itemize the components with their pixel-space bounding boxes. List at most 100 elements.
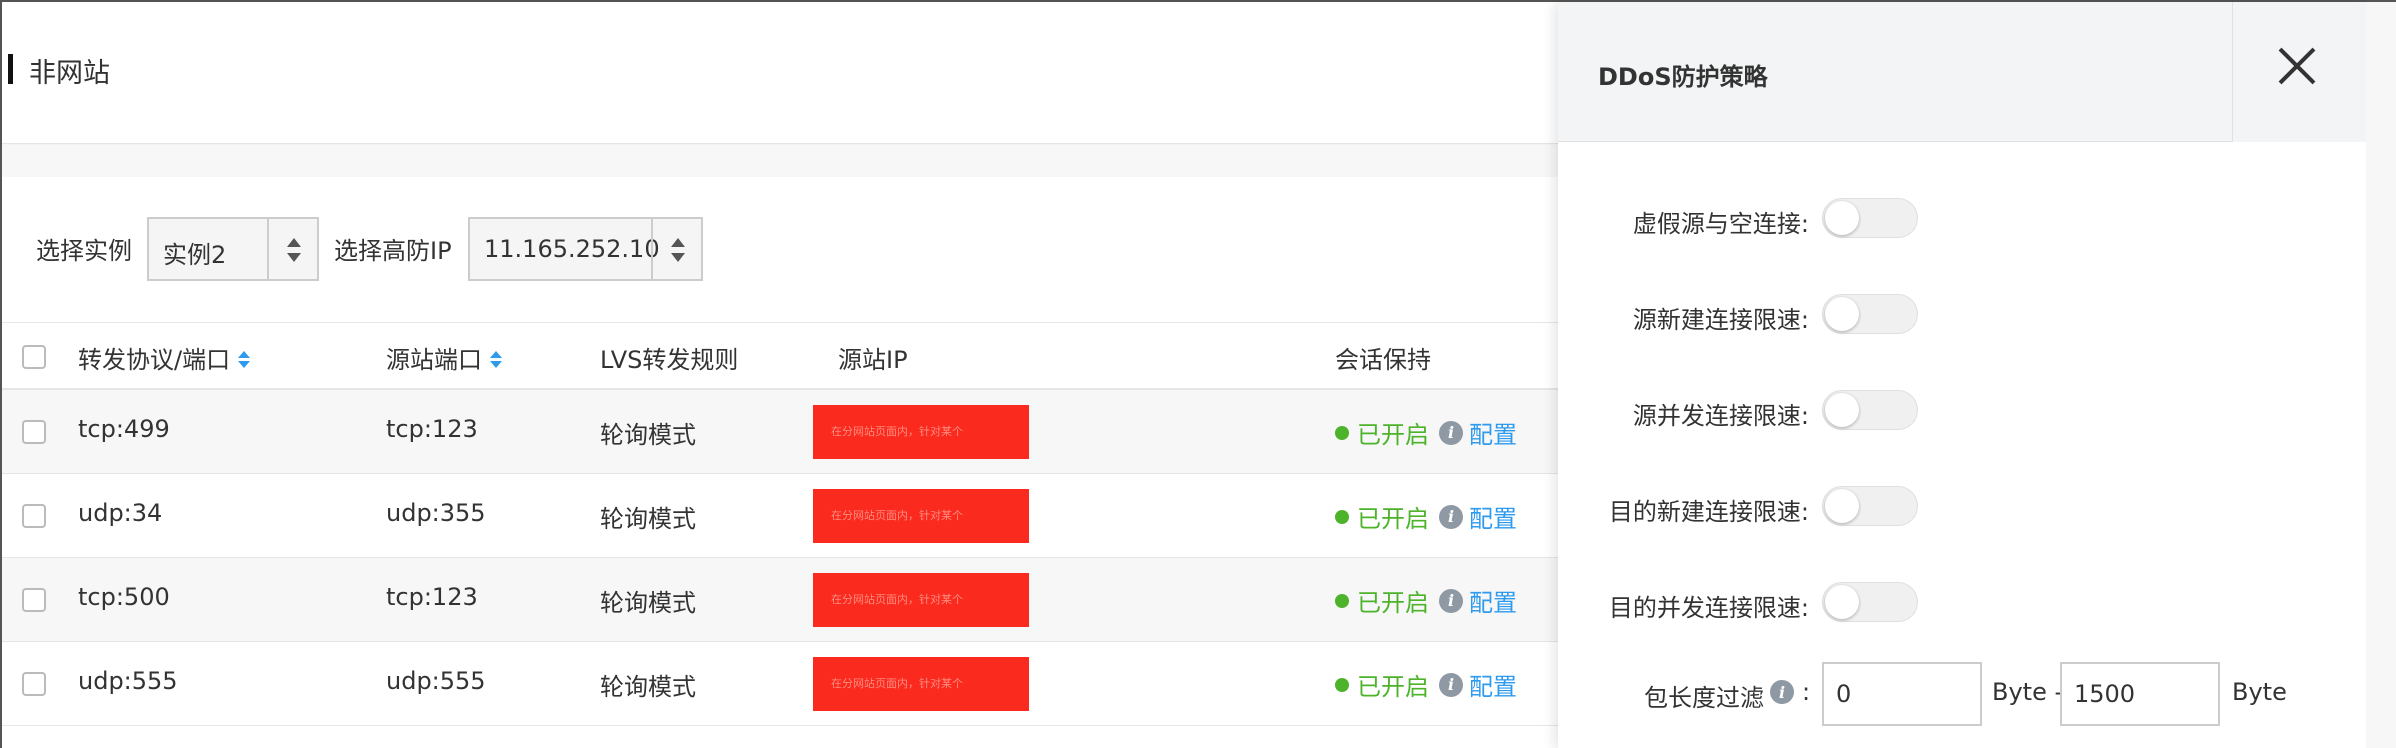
packet-length-filter-row: 包长度过滤 i : 0 Byte - 1500 Byte bbox=[1558, 662, 2366, 728]
session-status: 已开启 i 配置 bbox=[1335, 499, 1517, 534]
page-title: 非网站 bbox=[29, 58, 110, 89]
status-text: 已开启 bbox=[1357, 673, 1429, 701]
header-protocol-port[interactable]: 转发协议/端口 bbox=[78, 340, 252, 375]
status-text: 已开启 bbox=[1357, 589, 1429, 617]
title-accent-bar bbox=[8, 54, 13, 84]
max-length-input[interactable]: 1500 bbox=[2060, 662, 2220, 726]
toggle-row-dest-concurrent: 目的并发连接限速: bbox=[1558, 576, 2366, 636]
row-checkbox[interactable] bbox=[22, 672, 46, 696]
fake-source-toggle[interactable] bbox=[1822, 198, 1918, 238]
status-text: 已开启 bbox=[1357, 421, 1429, 449]
toggle-row-fake-source: 虚假源与空连接: bbox=[1558, 192, 2366, 252]
toggle-label: 虚假源与空连接: bbox=[1632, 210, 1809, 238]
source-ip-redacted: 在分网站页面内，针对某个 bbox=[813, 489, 1029, 543]
header-session: 会话保持 bbox=[1335, 346, 1431, 374]
toggle-row-source-concurrent: 源并发连接限速: bbox=[1558, 384, 2366, 444]
source-port-cell: udp:355 bbox=[386, 499, 486, 527]
byte-separator: Byte - bbox=[1992, 678, 2064, 706]
source-new-conn-toggle[interactable] bbox=[1822, 294, 1918, 334]
status-dot-icon bbox=[1335, 509, 1349, 524]
info-icon[interactable]: i bbox=[1439, 588, 1463, 613]
source-port-cell: tcp:123 bbox=[386, 583, 478, 611]
table-row: udp:555 udp:555 轮询模式 在分网站页面内，针对某个 已开启 i … bbox=[2, 642, 1558, 726]
session-status: 已开启 i 配置 bbox=[1335, 583, 1517, 618]
status-dot-icon bbox=[1335, 425, 1349, 440]
toggle-knob bbox=[1825, 393, 1859, 427]
source-port-cell: tcp:123 bbox=[386, 415, 478, 443]
dest-concurrent-toggle[interactable] bbox=[1822, 582, 1918, 622]
page-header: 非网站 bbox=[2, 2, 1558, 144]
instance-label: 选择实例 bbox=[36, 237, 132, 265]
protocol-port-cell: udp:555 bbox=[78, 667, 178, 695]
source-port-cell: udp:555 bbox=[386, 667, 486, 695]
toggle-knob bbox=[1825, 201, 1859, 235]
lvs-rule-cell: 轮询模式 bbox=[600, 421, 696, 449]
filter-bar: 选择实例 实例2 选择高防IP 11.165.252.10 bbox=[2, 177, 1558, 322]
info-icon[interactable]: i bbox=[1439, 672, 1463, 697]
window-edge bbox=[2366, 2, 2396, 748]
high-defense-ip-select[interactable]: 11.165.252.10 bbox=[468, 217, 703, 281]
toggle-label: 目的新建连接限速: bbox=[1608, 498, 1809, 526]
row-checkbox[interactable] bbox=[22, 588, 46, 612]
header-gap bbox=[2, 145, 1558, 177]
sort-icon[interactable] bbox=[490, 350, 504, 372]
config-link[interactable]: 配置 bbox=[1469, 499, 1517, 534]
session-status: 已开启 i 配置 bbox=[1335, 667, 1517, 702]
protocol-port-cell: udp:34 bbox=[78, 499, 163, 527]
config-link[interactable]: 配置 bbox=[1469, 415, 1517, 450]
packet-filter-colon: : bbox=[1802, 678, 1811, 706]
dest-new-conn-toggle[interactable] bbox=[1822, 486, 1918, 526]
toggle-label: 源新建连接限速: bbox=[1632, 306, 1809, 334]
header-lvs-rule: LVS转发规则 bbox=[600, 346, 739, 374]
toggle-knob bbox=[1825, 585, 1859, 619]
table-row: tcp:500 tcp:123 轮询模式 在分网站页面内，针对某个 已开启 i … bbox=[2, 558, 1558, 642]
status-dot-icon bbox=[1335, 593, 1349, 608]
toggle-row-source-new-conn: 源新建连接限速: bbox=[1558, 288, 2366, 348]
sort-arrows-icon bbox=[267, 219, 317, 279]
close-button[interactable] bbox=[2232, 2, 2366, 142]
row-checkbox[interactable] bbox=[22, 420, 46, 444]
instance-select-value: 实例2 bbox=[163, 241, 227, 269]
screen: 非网站 选择实例 实例2 选择高防IP 11.165.252.10 转发协议/端… bbox=[0, 0, 2396, 748]
packet-filter-label: 包长度过滤 bbox=[1644, 684, 1764, 712]
sort-arrows-icon bbox=[651, 219, 701, 279]
rules-table: 转发协议/端口 源站端口 LVS转发规则 源站IP 会话保持 tcp:499 t… bbox=[2, 322, 1558, 726]
close-icon bbox=[2277, 46, 2317, 86]
config-link[interactable]: 配置 bbox=[1469, 667, 1517, 702]
ip-select-value: 11.165.252.10 bbox=[484, 235, 660, 263]
source-concurrent-toggle[interactable] bbox=[1822, 390, 1918, 430]
info-icon[interactable]: i bbox=[1770, 680, 1794, 704]
status-dot-icon bbox=[1335, 677, 1349, 692]
min-length-input[interactable]: 0 bbox=[1822, 662, 1982, 726]
toggle-row-dest-new-conn: 目的新建连接限速: bbox=[1558, 480, 2366, 540]
source-ip-redacted: 在分网站页面内，针对某个 bbox=[813, 657, 1029, 711]
byte-unit: Byte bbox=[2232, 678, 2287, 706]
lvs-rule-cell: 轮询模式 bbox=[600, 673, 696, 701]
lvs-rule-cell: 轮询模式 bbox=[600, 505, 696, 533]
toggle-knob bbox=[1825, 489, 1859, 523]
header-protocol-port-label: 转发协议/端口 bbox=[78, 346, 231, 374]
ddos-policy-panel: DDoS防护策略 虚假源与空连接: 源新建连接限速: 源并发连接限速: 目的新建… bbox=[1558, 2, 2366, 748]
table-header: 转发协议/端口 源站端口 LVS转发规则 源站IP 会话保持 bbox=[2, 322, 1558, 390]
table-row: udp:34 udp:355 轮询模式 在分网站页面内，针对某个 已开启 i 配… bbox=[2, 474, 1558, 558]
status-text: 已开启 bbox=[1357, 505, 1429, 533]
non-website-page: 非网站 选择实例 实例2 选择高防IP 11.165.252.10 转发协议/端… bbox=[2, 2, 1558, 748]
protocol-port-cell: tcp:500 bbox=[78, 583, 170, 611]
header-source-ip: 源站IP bbox=[838, 346, 908, 374]
select-all-checkbox[interactable] bbox=[22, 345, 46, 369]
toggle-label: 目的并发连接限速: bbox=[1608, 594, 1809, 622]
panel-header: DDoS防护策略 bbox=[1558, 2, 2366, 142]
lvs-rule-cell: 轮询模式 bbox=[600, 589, 696, 617]
instance-select[interactable]: 实例2 bbox=[147, 217, 319, 281]
header-source-port[interactable]: 源站端口 bbox=[386, 340, 504, 375]
source-ip-redacted: 在分网站页面内，针对某个 bbox=[813, 405, 1029, 459]
protocol-port-cell: tcp:499 bbox=[78, 415, 170, 443]
source-ip-redacted: 在分网站页面内，针对某个 bbox=[813, 573, 1029, 627]
row-checkbox[interactable] bbox=[22, 504, 46, 528]
table-row: tcp:499 tcp:123 轮询模式 在分网站页面内，针对某个 已开启 i … bbox=[2, 390, 1558, 474]
config-link[interactable]: 配置 bbox=[1469, 583, 1517, 618]
sort-icon[interactable] bbox=[238, 350, 252, 372]
header-source-port-label: 源站端口 bbox=[386, 346, 482, 374]
info-icon[interactable]: i bbox=[1439, 420, 1463, 445]
info-icon[interactable]: i bbox=[1439, 504, 1463, 529]
